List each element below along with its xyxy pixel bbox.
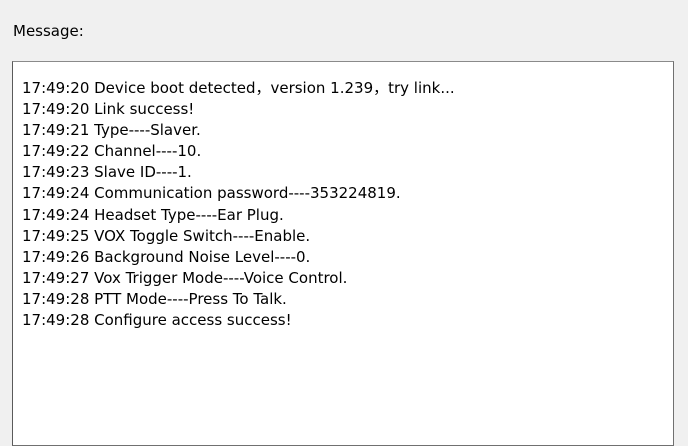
log-line: 17:49:23 Slave ID----1. bbox=[22, 163, 192, 182]
log-line: 17:49:27 Vox Trigger Mode----Voice Contr… bbox=[22, 268, 348, 287]
log-line: 17:49:21 Type----Slaver. bbox=[22, 121, 201, 140]
log-line: 17:49:20 Link success! bbox=[22, 100, 195, 119]
message-log-lines: 17:49:20 Device boot detected，version 1.… bbox=[22, 78, 455, 331]
message-log-textarea[interactable]: 17:49:20 Device boot detected，version 1.… bbox=[12, 61, 674, 446]
log-line: 17:49:20 Device boot detected，version 1.… bbox=[22, 79, 455, 97]
log-line: 17:49:28 Configure access success! bbox=[22, 311, 292, 330]
log-line: 17:49:22 Channel----10. bbox=[22, 142, 202, 161]
log-line: 17:49:24 Communication password----35322… bbox=[22, 184, 401, 203]
message-label: Message: bbox=[13, 22, 84, 40]
log-line: 17:49:25 VOX Toggle Switch----Enable. bbox=[22, 226, 311, 245]
log-line: 17:49:24 Headset Type----Ear Plug. bbox=[22, 205, 284, 224]
log-line: 17:49:28 PTT Mode----Press To Talk. bbox=[22, 289, 287, 308]
log-line: 17:49:26 Background Noise Level----0. bbox=[22, 247, 311, 266]
